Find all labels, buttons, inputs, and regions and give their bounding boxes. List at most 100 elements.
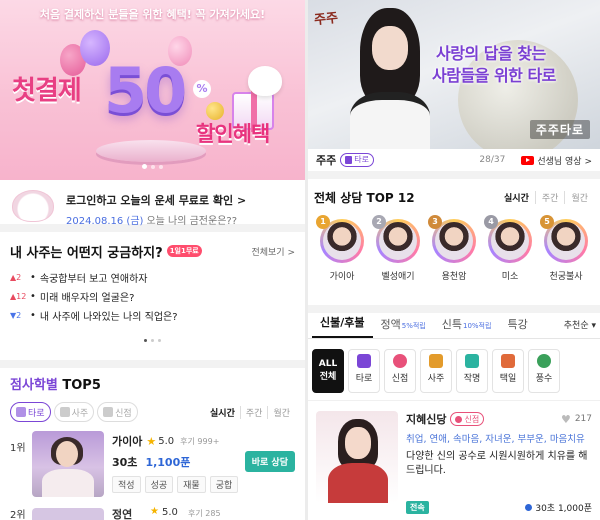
login-title[interactable]: 로그인하고 오늘의 운세 무료로 확인 > bbox=[66, 192, 295, 208]
top-counselor[interactable]: 4 미소 bbox=[484, 215, 534, 282]
carousel-dot[interactable] bbox=[159, 165, 163, 169]
bullet: • bbox=[30, 272, 36, 283]
tag-list: 적성 성공 재물 궁합 bbox=[112, 476, 295, 493]
question-text: 속궁합부터 보고 연애하자 bbox=[39, 274, 148, 285]
filter-label: 풍수 bbox=[535, 374, 553, 384]
tab-new-special[interactable]: 신특10%적립 bbox=[434, 316, 500, 338]
carousel-dots bbox=[0, 158, 305, 172]
star-icon: ★ bbox=[150, 506, 159, 517]
login-fortune-row[interactable]: 로그인하고 오늘의 운세 무료로 확인 > 2024.08.16 (금) 오늘 나… bbox=[0, 180, 305, 232]
tab-fixed[interactable]: 정액5%적립 bbox=[373, 316, 434, 338]
brand-logo: 주주 bbox=[313, 10, 339, 29]
filter-shinjeom[interactable]: 신점 bbox=[384, 349, 416, 393]
video-banner[interactable]: 주주 사랑의 답을 찾는 사람들을 위한 타로 주주타로 bbox=[308, 0, 600, 149]
video-headline-1: 사랑의 답을 찾는 bbox=[436, 44, 546, 63]
carousel-dots bbox=[10, 331, 295, 345]
price: 1,100푼 bbox=[145, 456, 191, 469]
video-link-label: 선생님 영상 > bbox=[537, 156, 592, 167]
promo-first-payment: 첫결제 bbox=[12, 76, 82, 106]
tab-label: 신특 bbox=[441, 318, 462, 331]
bullet: • bbox=[30, 291, 36, 302]
review-count: 후기 999+ bbox=[180, 436, 220, 446]
left-panel: 처음 결제하신 분들을 위한 혜택! 꼭 가져가세요! 첫결제 50 % 할인혜… bbox=[0, 0, 305, 520]
filter-date-pick[interactable]: 택일 bbox=[492, 349, 524, 393]
review-count: 후기 285 bbox=[188, 509, 221, 518]
tab-weekly[interactable]: 주간 bbox=[239, 405, 268, 419]
tab-realtime[interactable]: 실시간 bbox=[498, 191, 535, 204]
top-counselor[interactable]: 5 천궁불사 bbox=[540, 215, 590, 282]
counselor-photo bbox=[316, 411, 398, 503]
tag: 궁합 bbox=[209, 476, 239, 493]
chip-label: 타로 bbox=[28, 408, 45, 419]
counselor-name: 미소 bbox=[501, 272, 519, 282]
hat-icon bbox=[429, 354, 443, 368]
rank-badge: 3 bbox=[428, 215, 442, 229]
top-counselor[interactable]: 3 용천암 bbox=[428, 215, 478, 282]
category-tabs: 신불/후불 정액5%적립 신특10%적립 특강 추천순 ▾ bbox=[308, 313, 600, 339]
like-button[interactable]: ♥ 217 bbox=[561, 413, 592, 426]
bullet: • bbox=[30, 310, 36, 321]
carousel-dot[interactable] bbox=[158, 339, 161, 342]
video-brand: 주주타로 bbox=[529, 120, 590, 139]
youtube-icon bbox=[521, 155, 535, 165]
tarot-card-icon bbox=[345, 156, 353, 164]
filter-all[interactable]: ALL 전체 bbox=[312, 349, 344, 393]
filter-naming[interactable]: 작명 bbox=[456, 349, 488, 393]
filter-label: 사주 bbox=[427, 374, 445, 384]
tab-weekly[interactable]: 주간 bbox=[534, 190, 565, 204]
rank-change: ▲12 bbox=[10, 292, 27, 301]
tag: 적성 bbox=[112, 476, 141, 493]
period-tabs: 실시간 주간 월간 bbox=[205, 405, 295, 419]
chip-label: 사주 bbox=[71, 408, 89, 419]
tab-postpaid[interactable]: 신불/후불 bbox=[312, 314, 373, 338]
tab-lecture[interactable]: 특강 bbox=[499, 316, 535, 338]
chip-saju[interactable]: 사주 bbox=[53, 402, 95, 422]
ranking-item[interactable]: 2위 정연 ★ 5.0 후기 285 bbox=[10, 506, 295, 520]
sort-dropdown[interactable]: 추천순 ▾ bbox=[564, 318, 596, 338]
counselor-photo bbox=[32, 431, 104, 497]
calendar-icon bbox=[501, 354, 515, 368]
top-counselor[interactable]: 2 벨성애기 bbox=[372, 215, 422, 282]
filter-saju[interactable]: 사주 bbox=[420, 349, 452, 393]
counselor-card[interactable]: 지혜신당 신점 ♥ 217 취업, 연애, 속마음, 자녀운, 부부운, 마음치유… bbox=[308, 401, 600, 514]
tab-sub: 10%적립 bbox=[463, 322, 492, 330]
filter-tarot[interactable]: 타로 bbox=[348, 349, 380, 393]
list-item[interactable]: ▲2 • 속궁합부터 보고 연애하자 bbox=[10, 268, 295, 287]
ranking-item[interactable]: 1위 가이아 ★ 5.0 후기 999+ 30초 1,100푼 바로 상담 적성 bbox=[10, 431, 295, 503]
tab-monthly[interactable]: 월간 bbox=[267, 405, 295, 419]
carousel-dot[interactable] bbox=[151, 165, 155, 169]
counselor-name: 가이아 bbox=[329, 272, 355, 282]
filter-label: 작명 bbox=[463, 374, 481, 384]
free-badge: 1일1무료 bbox=[166, 245, 202, 257]
right-panel: 주주 사랑의 답을 찾는 사람들을 위한 타로 주주타로 주주 타로 28/37… bbox=[308, 0, 600, 520]
carousel-dot[interactable] bbox=[144, 339, 147, 342]
chip-label: 신점 bbox=[115, 408, 132, 419]
rank-number: 2위 bbox=[10, 510, 26, 520]
time-unit: 30초 bbox=[112, 456, 138, 469]
slide-counter: 28/37 bbox=[479, 155, 506, 165]
promo-banner[interactable]: 처음 결제하신 분들을 위한 혜택! 꼭 가져가세요! 첫결제 50 % 할인혜… bbox=[0, 0, 305, 180]
list-item[interactable]: ▼2 • 내 사주에 나와있는 나의 직업은? bbox=[10, 306, 295, 325]
teacher-video-link[interactable]: 선생님 영상 > bbox=[521, 154, 592, 167]
filter-fengshui[interactable]: 풍수 bbox=[528, 349, 560, 393]
rank-badge: 4 bbox=[484, 215, 498, 229]
compass-icon bbox=[537, 354, 551, 368]
like-count: 217 bbox=[574, 414, 592, 424]
top12-section: 전체 상담 TOP 12 실시간 주간 월간 1 가이아 2 벨성애기 3 용천… bbox=[308, 179, 600, 313]
consult-now-button[interactable]: 바로 상담 bbox=[244, 451, 295, 472]
chip-shinjeom[interactable]: 신점 bbox=[97, 402, 138, 422]
lotus-icon bbox=[393, 354, 407, 368]
promo-subtitle: 처음 결제하신 분들을 위한 혜택! 꼭 가져가세요! bbox=[39, 8, 266, 21]
tab-realtime[interactable]: 실시간 bbox=[205, 406, 240, 419]
list-item[interactable]: ▲12 • 미래 배우자의 얼굴은? bbox=[10, 287, 295, 306]
channel-name: 주주 bbox=[316, 154, 337, 167]
view-all-link[interactable]: 전체보기 > bbox=[251, 245, 295, 258]
chip-tarot[interactable]: 타로 bbox=[10, 402, 51, 422]
video-info-bar: 주주 타로 28/37 선생님 영상 > bbox=[308, 149, 600, 179]
carousel-dot[interactable] bbox=[142, 164, 147, 169]
counselor-photo bbox=[32, 508, 104, 520]
hat-icon bbox=[59, 407, 70, 417]
top-counselor[interactable]: 1 가이아 bbox=[316, 215, 366, 282]
carousel-dot[interactable] bbox=[151, 339, 154, 342]
tab-monthly[interactable]: 월간 bbox=[564, 190, 594, 204]
